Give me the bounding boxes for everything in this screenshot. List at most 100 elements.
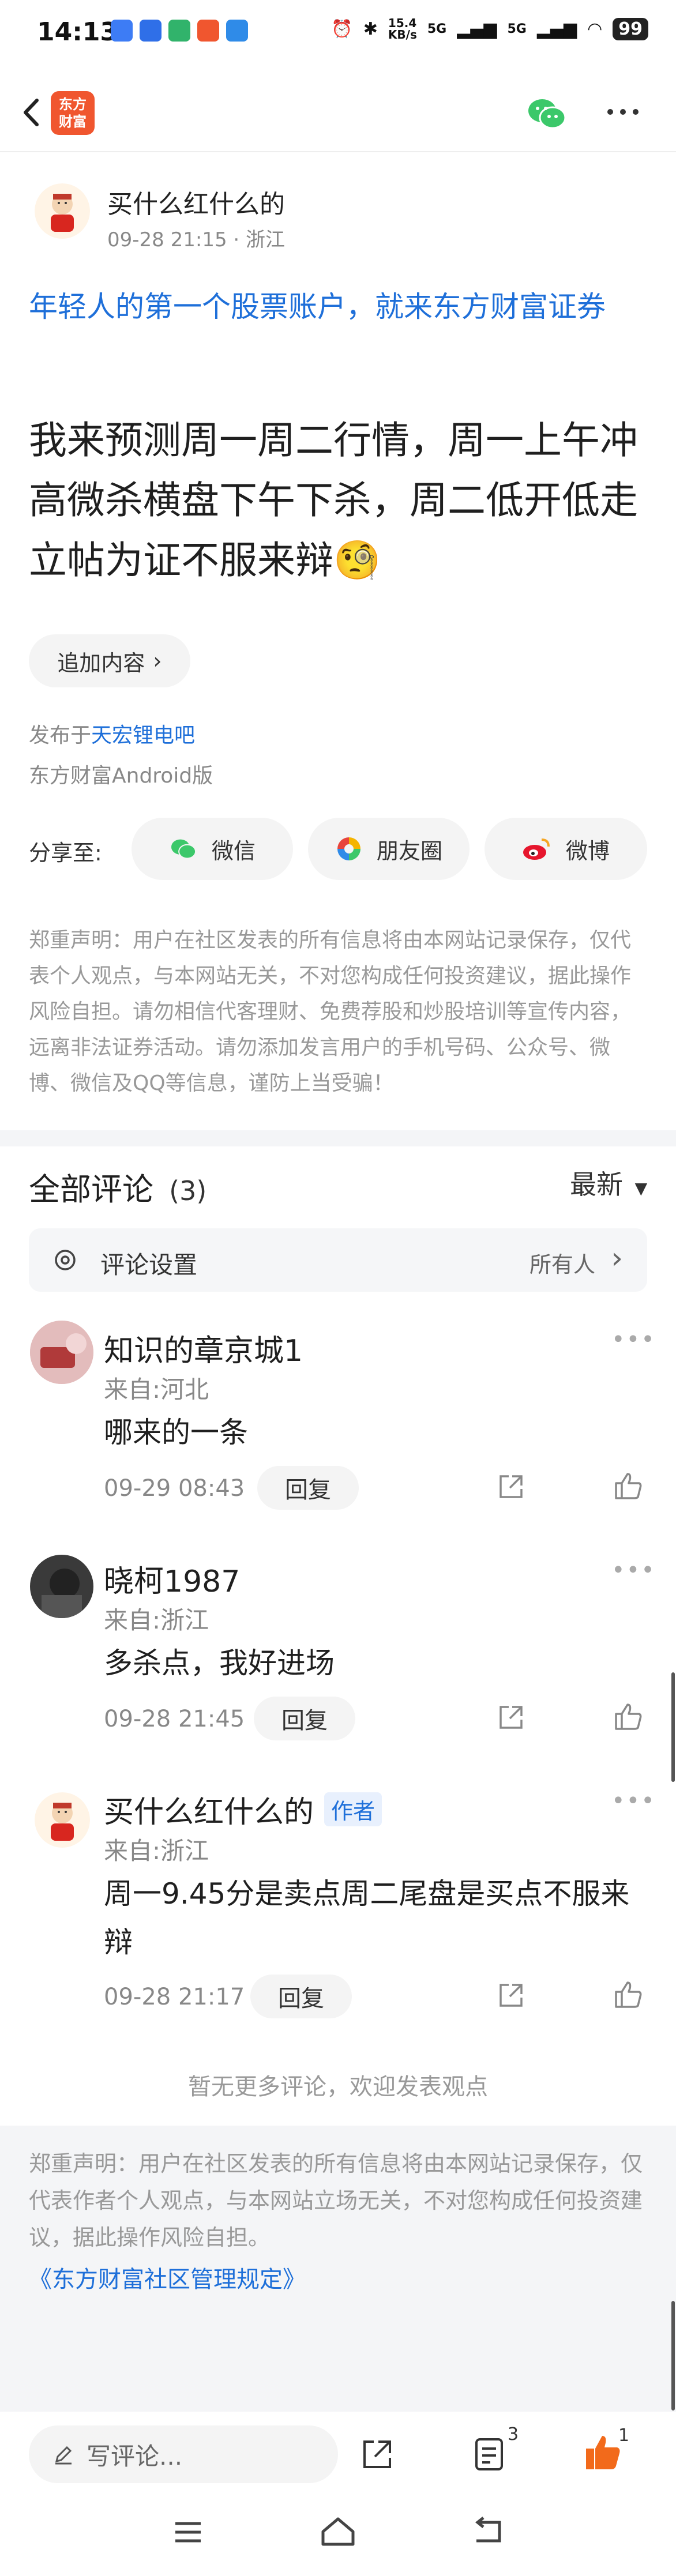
published-prefix: 发布于 (29, 724, 92, 747)
sort-label: 最新 (570, 1169, 623, 1200)
bluetooth-icon: ✱ (363, 18, 378, 39)
weibo-icon (523, 838, 550, 860)
scrollbar[interactable] (671, 2301, 675, 2410)
reply-label: 回复 (281, 1708, 328, 1734)
caret-down-icon: ▼ (634, 1179, 648, 1198)
avatar-image (30, 1555, 93, 1618)
comment-date: 09-29 08:43 (104, 1475, 245, 1502)
commenter-avatar[interactable] (30, 1555, 93, 1618)
reply-button[interactable]: 回复 (250, 1975, 352, 2018)
status-icons: ⏰ ✱ 15.4 KB/s 5G ▂▄▆ 5G ▂▄▆ ◠ 99 (331, 17, 648, 40)
status-bar: 14:13 ⏰ ✱ 15.4 KB/s 5G ▂▄▆ 5G ▂▄▆ ◠ 99 (0, 0, 676, 69)
share-moments-button[interactable]: 朋友圈 (308, 818, 470, 880)
share-icon[interactable] (359, 2436, 396, 2473)
back-icon[interactable] (471, 2515, 505, 2548)
top-nav: 东方 财富 (0, 81, 676, 144)
scrollbar[interactable] (671, 1672, 675, 1782)
comment-text: 多杀点，我好进场 (104, 1646, 335, 1680)
client-info: 东方财富Android版 (29, 764, 213, 788)
like-icon[interactable] (613, 1471, 644, 1502)
comment-settings-row[interactable]: 评论设置 所有人 › (29, 1228, 647, 1292)
comments-icon[interactable] (472, 2436, 509, 2473)
post-meta: 09-28 21:15 · 浙江 (107, 228, 286, 251)
comments-count: (3) (169, 1175, 207, 1206)
wifi-icon: ◠ (587, 18, 603, 39)
pencil-icon (55, 2446, 72, 2465)
thinking-emoji-icon: 🧐 (333, 538, 381, 582)
like-filled-icon[interactable] (583, 2432, 623, 2473)
published-in: 发布于天宏锂电吧 (29, 719, 195, 749)
commenter-avatar[interactable] (30, 1321, 93, 1384)
bar-link[interactable]: 天宏锂电吧 (91, 724, 195, 747)
sort-dropdown[interactable]: 最新 ▼ (570, 1164, 647, 1202)
comment-settings-value: 所有人 (529, 1252, 595, 1277)
share-wechat-button[interactable]: 微信 (132, 818, 293, 880)
share-weibo-button[interactable]: 微博 (485, 818, 647, 880)
commenter-avatar[interactable] (35, 1792, 90, 1848)
chevron-right-icon: › (153, 648, 162, 674)
commenter-name[interactable]: 晓柯1987 (104, 1557, 240, 1600)
comments-title: 全部评论 (3) (29, 1164, 206, 1209)
commenter-name[interactable]: 知识的章京城1 (104, 1326, 303, 1370)
comment-count-badge: 3 (508, 2424, 519, 2445)
system-nav-bar (0, 2492, 676, 2576)
logo-text: 东方 (59, 96, 87, 112)
like-icon[interactable] (613, 1979, 644, 2010)
moments-icon (337, 837, 360, 860)
promo-link[interactable]: 年轻人的第一个股票账户，就来东方财富证券 (29, 283, 652, 331)
post-content: 我来预测周一周二行情，周一上午冲高微杀横盘下午下杀，周二低开低走立帖为证不服来辩… (29, 411, 652, 591)
bottom-action-bar: 写评论... 3 1 (0, 2412, 676, 2492)
add-content-button[interactable]: 追加内容 › (29, 634, 190, 687)
share-weibo-label: 微博 (565, 838, 610, 864)
menu-icon[interactable] (171, 2518, 205, 2547)
logo-text: 财富 (59, 114, 87, 130)
commenter-name[interactable]: 买什么红什么的 (104, 1788, 314, 1831)
app-notification-icon (168, 20, 190, 42)
post-disclaimer: 郑重声明：用户在社区发表的所有信息将由本网站记录保存，仅代表个人观点，与本网站无… (29, 928, 632, 1095)
like-icon[interactable] (613, 1701, 644, 1732)
share-moments-label: 朋友圈 (376, 838, 442, 864)
section-separator (0, 1130, 676, 1146)
comment-settings-label: 评论设置 (100, 1251, 198, 1279)
author-name[interactable]: 买什么红什么的 (107, 183, 285, 220)
comment-location: 来自:浙江 (104, 1606, 209, 1634)
comment-more-icon[interactable]: ••• (611, 1557, 656, 1584)
app-notification-icon (197, 20, 219, 42)
reply-label: 回复 (278, 1985, 324, 2012)
add-content-label: 追加内容 (57, 650, 145, 676)
reply-button[interactable]: 回复 (254, 1697, 355, 1740)
comment-more-icon[interactable]: ••• (611, 1788, 656, 1814)
share-icon[interactable] (496, 1702, 526, 1732)
divider (0, 151, 676, 152)
reply-label: 回复 (285, 1477, 331, 1503)
community-rules-link[interactable]: 《东方财富社区管理规定》 (29, 2261, 306, 2294)
footer-disclaimer: 郑重声明：用户在社区发表的所有信息将由本网站记录保存，仅代表作者个人观点，与本网… (29, 2151, 643, 2250)
signal-icon: ▂▄▆ (536, 18, 577, 39)
more-options-icon[interactable] (600, 95, 646, 129)
network-type: 5G (427, 21, 447, 36)
share-icon[interactable] (496, 1472, 526, 1502)
comment-more-icon[interactable]: ••• (611, 1326, 656, 1353)
comments-title-text: 全部评论 (29, 1171, 153, 1208)
comment-date: 09-28 21:17 (104, 1984, 245, 2010)
share-icon[interactable] (496, 1980, 526, 2010)
like-count-badge: 1 (618, 2425, 630, 2446)
home-icon[interactable] (320, 2515, 356, 2548)
app-notification-icon (140, 20, 162, 42)
comment-placeholder: 写评论... (87, 2442, 183, 2470)
comment-date: 09-28 21:45 (104, 1706, 245, 1732)
battery-indicator: 99 (613, 17, 648, 40)
share-label: 分享至: (29, 840, 102, 866)
back-arrow-icon[interactable] (13, 92, 53, 133)
chevron-right-icon: › (611, 1241, 623, 1276)
reply-button[interactable]: 回复 (257, 1466, 359, 1510)
share-wechat-label: 微信 (211, 838, 256, 864)
author-avatar[interactable] (35, 183, 90, 239)
no-more-comments: 暂无更多评论，欢迎发表观点 (188, 2074, 488, 2100)
app-logo: 东方 财富 (51, 91, 95, 135)
comment-location: 来自:河北 (104, 1375, 209, 1404)
wechat-share-icon[interactable] (525, 93, 569, 134)
signal-icon: ▂▄▆ (457, 18, 497, 39)
app-notification-icon (111, 20, 133, 42)
comment-input[interactable]: 写评论... (29, 2425, 338, 2483)
